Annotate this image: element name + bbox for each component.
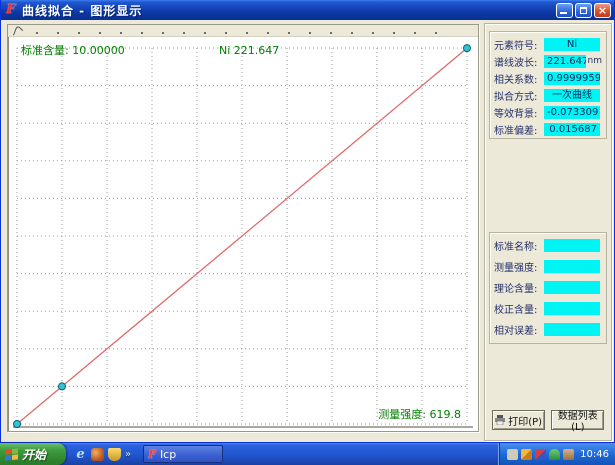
data-list-button-label: 数据列表(L) <box>552 407 603 433</box>
field-label: 相对误差: <box>494 322 544 337</box>
data-point[interactable] <box>14 421 21 428</box>
restore-button[interactable] <box>575 3 592 18</box>
field-value[interactable] <box>544 281 600 294</box>
print-button[interactable]: 打印(P) <box>492 410 545 430</box>
field-row: 谱线波长: 221.647 nm <box>494 54 602 68</box>
task-button-label: Icp <box>160 448 176 461</box>
ruler-ticks <box>36 32 438 34</box>
field-row: 等效背景: -0.073309 <box>494 105 602 119</box>
close-icon: × <box>595 4 610 17</box>
internet-explorer-icon[interactable]: e <box>74 448 87 461</box>
task-button-icp[interactable]: F Icp <box>143 445 223 463</box>
icp-app-icon: F <box>148 448 156 461</box>
tray-icon-antivirus[interactable] <box>549 449 560 460</box>
fit-info-group: 元素符号: Ni 谱线波长: 221.647 nm 相关系数: 0.999995… <box>489 31 607 139</box>
overflow-chevron[interactable]: » <box>125 449 131 460</box>
field-value[interactable] <box>544 260 600 273</box>
field-value[interactable] <box>544 302 600 315</box>
field-value[interactable]: -0.073309 <box>544 106 600 119</box>
field-row: 标准偏差: 0.015687 <box>494 122 602 136</box>
field-row: 标准名称: <box>494 238 602 252</box>
field-label: 谱线波长: <box>494 54 544 69</box>
field-row: 理论含量: <box>494 280 602 294</box>
window-title: 曲线拟合 - 图形显示 <box>22 2 556 19</box>
quick-launch: e » <box>66 448 137 461</box>
data-point[interactable] <box>59 383 66 390</box>
start-button-label: 开始 <box>22 446 46 463</box>
field-value[interactable]: 一次曲线 <box>544 89 600 102</box>
system-tray: 10:46 <box>498 443 615 465</box>
field-row: 校正含量: <box>494 301 602 315</box>
minimize-icon <box>560 12 567 14</box>
field-row: 相对误差: <box>494 322 602 336</box>
clock[interactable]: 10:46 <box>580 449 609 460</box>
print-button-label: 打印(P) <box>508 413 542 428</box>
chart-panel: 标准含量: 10.00000 Ni 221.647 测量强度: 619.8 <box>7 24 479 432</box>
close-button[interactable]: × <box>594 3 611 18</box>
field-value[interactable] <box>544 239 600 252</box>
data-list-button[interactable]: 数据列表(L) <box>551 410 604 430</box>
side-panel: 元素符号: Ni 谱线波长: 221.647 nm 相关系数: 0.999995… <box>484 23 612 441</box>
chart-title: Ni 221.647 <box>219 44 279 57</box>
field-label: 校正含量: <box>494 301 544 316</box>
field-row: 相关系数: 0.99999594 <box>494 71 602 85</box>
plot-area[interactable]: 标准含量: 10.00000 Ni 221.647 测量强度: 619.8 <box>9 38 477 431</box>
app-icon: F <box>4 3 18 17</box>
curve-tool-icon <box>11 26 25 36</box>
field-label: 等效背景: <box>494 105 544 120</box>
field-row: 拟合方式: 一次曲线 <box>494 88 602 102</box>
start-button[interactable]: 开始 <box>0 443 66 465</box>
calibration-chart: 标准含量: 10.00000 Ni 221.647 测量强度: 619.8 <box>9 38 477 431</box>
field-value[interactable]: 0.015687 <box>544 123 600 136</box>
desktop: F 曲线拟合 - 图形显示 × 标准含量: 10.00000 <box>0 0 615 465</box>
field-unit: nm <box>588 56 602 66</box>
chart-ruler <box>8 25 478 37</box>
printer-icon <box>494 415 506 425</box>
app-window: F 曲线拟合 - 图形显示 × 标准含量: 10.00000 <box>0 0 615 443</box>
window-controls: × <box>556 3 611 18</box>
field-label: 标准偏差: <box>494 122 544 137</box>
field-value[interactable]: 0.99999594 <box>544 72 600 85</box>
minimize-button[interactable] <box>556 3 573 18</box>
field-row: 元素符号: Ni <box>494 37 602 51</box>
field-label: 理论含量: <box>494 280 544 295</box>
field-label: 测量强度: <box>494 259 544 274</box>
measured-intensity-label: 测量强度: 619.8 <box>378 407 461 421</box>
field-label: 相关系数: <box>494 71 544 86</box>
windows-logo-icon <box>5 448 18 460</box>
field-row: 测量强度: <box>494 259 602 273</box>
field-label: 标准名称: <box>494 238 544 253</box>
field-label: 元素符号: <box>494 37 544 52</box>
titlebar[interactable]: F 曲线拟合 - 图形显示 × <box>1 0 614 20</box>
field-value[interactable]: 221.647 <box>544 55 586 68</box>
tray-icon-volume[interactable] <box>563 449 574 460</box>
field-label: 拟合方式: <box>494 88 544 103</box>
tray-icon-ime[interactable] <box>521 449 532 460</box>
taskbar: 开始 e » F Icp 10:46 <box>0 443 615 465</box>
measure-result-group: 标准名称: 测量强度: 理论含量: <box>489 232 607 344</box>
standard-content-label: 标准含量: 10.00000 <box>21 43 125 57</box>
field-value[interactable]: Ni <box>544 38 600 51</box>
quick-launch-icon[interactable] <box>91 448 104 461</box>
tray-icon-app[interactable] <box>507 449 518 460</box>
restore-icon <box>580 7 587 14</box>
data-point[interactable] <box>464 45 471 52</box>
tray-icon-update[interactable] <box>535 449 546 460</box>
field-value[interactable] <box>544 323 600 336</box>
panel-buttons: 打印(P) 数据列表(L) <box>485 410 611 430</box>
shield-icon[interactable] <box>108 448 121 461</box>
